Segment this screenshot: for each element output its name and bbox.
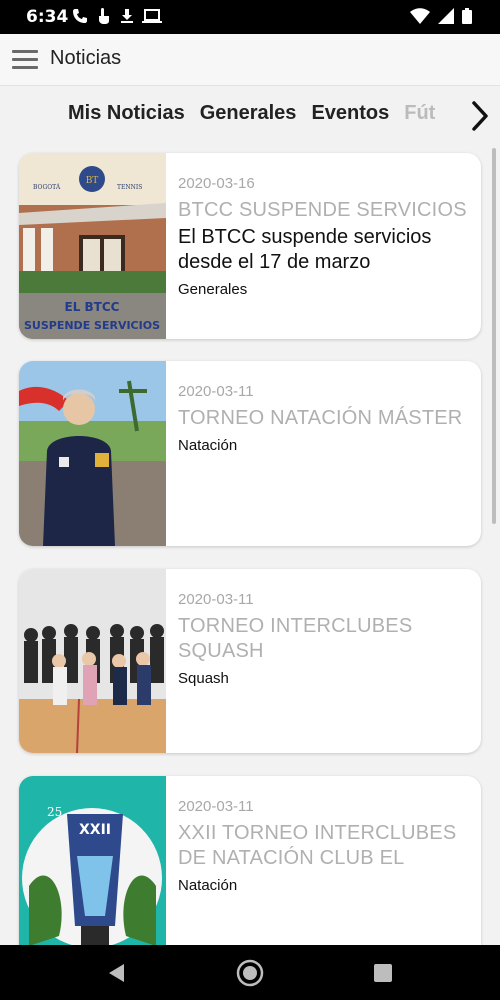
news-card[interactable]: XXII 25 2020-03-11 XXII TORNEO INTERCLUB… (19, 776, 481, 945)
category-tab-bar: Mis Noticias Generales Eventos Fút (0, 87, 500, 144)
news-thumbnail: XXII 25 (19, 776, 166, 945)
news-category: Natación (178, 877, 238, 894)
news-category: Squash (178, 670, 229, 687)
status-right-icons (410, 8, 472, 24)
list-scrollbar[interactable] (492, 148, 496, 524)
news-thumbnail (19, 569, 166, 753)
banner-right-text: TENNIS (117, 184, 142, 191)
status-left-icons (72, 7, 162, 25)
news-headline: TORNEO INTERCLUBES SQUASH (178, 615, 413, 662)
news-headline: TORNEO NATACIÓN MÁSTER (178, 407, 463, 429)
tab-eventos[interactable]: Eventos (311, 102, 389, 125)
news-category: Generales (178, 281, 248, 298)
news-thumbnail (19, 361, 166, 546)
status-bar: 6:34 (0, 0, 500, 34)
signal-icon (438, 8, 454, 24)
news-headline: XXII TORNEO INTERCLUBES DE NATACIÓN CLUB… (178, 822, 457, 869)
crest-text: BT (86, 176, 99, 186)
battery-icon (462, 8, 472, 24)
news-headline: BTCC SUSPENDE SERVICIOS (178, 199, 467, 221)
recents-button[interactable] (368, 958, 398, 988)
system-nav-bar (0, 945, 500, 1000)
news-date: 2020-03-16 (178, 175, 255, 192)
hamburger-menu-icon[interactable] (12, 50, 38, 70)
news-card[interactable]: BOGOTÁ BT TENNIS EL BTCC SUSPENDE SERVIC… (19, 153, 481, 339)
news-card-body: 2020-03-11 XXII TORNEO INTERCLUBES DE NA… (178, 798, 469, 894)
home-button[interactable] (235, 958, 265, 988)
recents-square-icon (374, 964, 392, 982)
news-date: 2020-03-11 (178, 798, 254, 815)
news-card[interactable]: 2020-03-11 TORNEO INTERCLUBES SQUASH Squ… (19, 569, 481, 753)
news-description: El BTCC suspende servicios desde el 17 d… (178, 226, 432, 273)
news-card[interactable]: 2020-03-11 TORNEO NATACIÓN MÁSTER Nataci… (19, 361, 481, 546)
back-button[interactable] (102, 958, 132, 988)
badge-number: 25 (47, 805, 62, 819)
home-circle-icon (236, 959, 264, 987)
chevron-right-icon (472, 101, 488, 131)
tab-generales[interactable]: Generales (200, 102, 297, 125)
touch-icon (99, 8, 109, 24)
tabs-next-button[interactable] (460, 87, 500, 144)
back-triangle-icon (109, 964, 124, 982)
news-card-body: 2020-03-11 TORNEO INTERCLUBES SQUASH Squ… (178, 591, 469, 687)
news-list[interactable]: BOGOTÁ BT TENNIS EL BTCC SUSPENDE SERVIC… (0, 144, 500, 945)
page-title: Noticias (50, 47, 122, 69)
overlay-line2: SUSPENDE SERVICIOS (24, 319, 160, 332)
app-bar: Noticias (0, 34, 500, 86)
wifi-icon (410, 8, 430, 24)
phone-icon (73, 9, 87, 23)
news-card-body: 2020-03-11 TORNEO NATACIÓN MÁSTER Nataci… (178, 383, 469, 454)
banner-left-text: BOGOTÁ (33, 184, 61, 191)
badge-title: XXII (79, 822, 111, 838)
tab-futbol[interactable]: Fút (404, 102, 435, 125)
news-date: 2020-03-11 (178, 383, 254, 400)
news-date: 2020-03-11 (178, 591, 254, 608)
download-icon (121, 9, 133, 23)
tab-list: Mis Noticias Generales Eventos Fút (68, 102, 435, 125)
overlay-line1: EL BTCC (65, 300, 120, 314)
tab-mis-noticias[interactable]: Mis Noticias (68, 102, 185, 125)
news-card-body: 2020-03-16 BTCC SUSPENDE SERVICIOS El BT… (178, 175, 469, 298)
news-category: Natación (178, 437, 238, 454)
news-thumbnail: BOGOTÁ BT TENNIS EL BTCC SUSPENDE SERVIC… (19, 153, 166, 339)
status-time: 6:34 (26, 7, 69, 27)
laptop-icon (142, 9, 162, 23)
